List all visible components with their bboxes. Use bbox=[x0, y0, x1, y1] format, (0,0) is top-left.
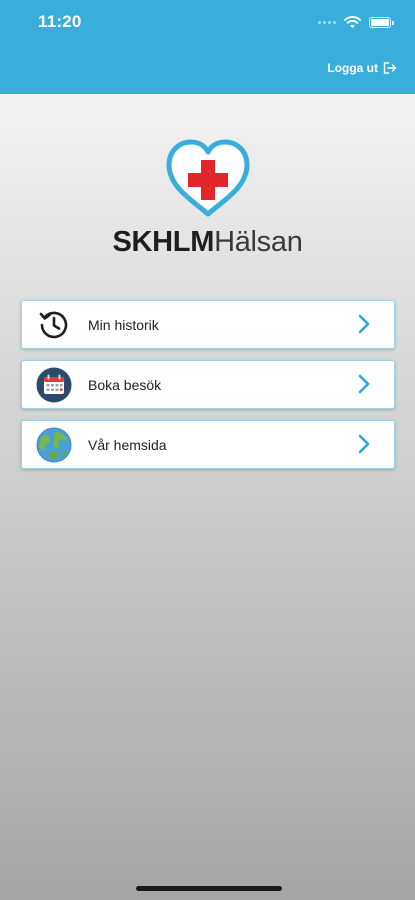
battery-icon bbox=[369, 16, 394, 28]
menu-item-label: Boka besök bbox=[88, 376, 162, 393]
chevron-right-icon bbox=[358, 434, 370, 454]
history-icon bbox=[36, 307, 72, 343]
app-name-light: Hälsan bbox=[214, 226, 303, 258]
chevron-right-icon bbox=[358, 374, 370, 394]
status-time: 11:20 bbox=[38, 12, 82, 31]
signal-icon bbox=[318, 20, 336, 24]
menu-item-label: Vår hemsida bbox=[88, 436, 167, 453]
top-bar: 11:20 Logga ut bbox=[0, 0, 415, 94]
app-name: SKHLMHälsan bbox=[0, 226, 415, 259]
home-indicator[interactable] bbox=[136, 886, 282, 891]
logout-label: Logga ut bbox=[327, 61, 378, 75]
heart-cross-icon bbox=[166, 139, 249, 217]
wifi-icon bbox=[344, 15, 361, 28]
menu-item-book-visit[interactable]: Boka besök bbox=[21, 360, 395, 409]
app-logo: SKHLMHälsan bbox=[0, 138, 415, 259]
globe-icon bbox=[36, 427, 72, 463]
calendar-icon bbox=[36, 367, 72, 403]
main-menu: Min historik Boka besök Vår hemsida bbox=[21, 300, 395, 480]
logout-icon bbox=[383, 62, 397, 74]
menu-item-label: Min historik bbox=[88, 316, 159, 333]
chevron-right-icon bbox=[358, 314, 370, 334]
logout-button[interactable]: Logga ut bbox=[327, 61, 397, 75]
menu-item-website[interactable]: Vår hemsida bbox=[21, 420, 395, 469]
status-icons bbox=[318, 12, 394, 32]
app-name-bold: SKHLM bbox=[112, 226, 215, 258]
menu-item-history[interactable]: Min historik bbox=[21, 300, 395, 349]
